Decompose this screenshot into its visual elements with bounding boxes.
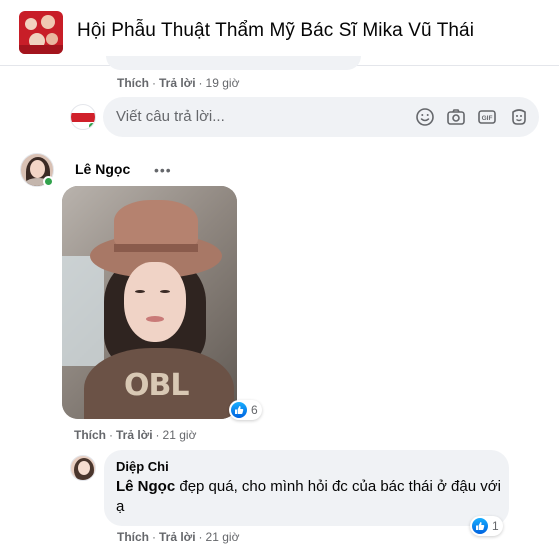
reaction-count[interactable]: 1 <box>470 516 503 536</box>
emoji-icon[interactable] <box>415 107 435 127</box>
previous-comment-actions: Thích · Trả lời · 19 giờ <box>117 76 240 90</box>
reply-text: Lê Ngọc đẹp quá, cho mình hỏi đc của bác… <box>116 477 501 517</box>
reaction-count[interactable]: 6 <box>229 400 262 420</box>
reply-actions: Thích · Trả lời · 21 giờ <box>117 530 240 544</box>
like-link[interactable]: Thích <box>74 428 106 442</box>
sticker-icon[interactable] <box>509 107 529 127</box>
comment-time[interactable]: 19 giờ <box>206 76 240 90</box>
comment-photo[interactable]: OBL <box>62 186 237 419</box>
online-indicator <box>88 122 95 129</box>
reply-bubble: Diệp Chi Lê Ngọc đẹp quá, cho mình hỏi đ… <box>104 450 509 526</box>
previous-comment-bubble <box>106 56 361 70</box>
camera-icon[interactable] <box>446 107 466 127</box>
reply-link[interactable]: Trả lời <box>159 76 196 90</box>
reply-input[interactable]: Viết câu trả lời... GIF <box>103 97 539 137</box>
comment-time[interactable]: 21 giờ <box>206 530 240 544</box>
reply-link[interactable]: Trả lời <box>116 428 153 442</box>
reaction-number: 1 <box>492 519 499 533</box>
group-avatar[interactable] <box>19 11 63 54</box>
comment-time[interactable]: 21 giờ <box>163 428 197 442</box>
svg-text:GIF: GIF <box>482 115 493 122</box>
reaction-number: 6 <box>251 403 258 417</box>
reply-author-avatar[interactable] <box>70 455 96 481</box>
gif-icon[interactable]: GIF <box>477 107 497 127</box>
comment-actions: Thích · Trả lời · 21 giờ <box>74 428 197 442</box>
like-icon <box>231 402 247 418</box>
like-link[interactable]: Thích <box>117 530 149 544</box>
reply-author-name[interactable]: Diệp Chi <box>116 459 169 474</box>
commenter-name[interactable]: Lê Ngọc <box>75 161 130 177</box>
reply-placeholder: Viết câu trả lời... <box>116 108 225 125</box>
current-user-avatar[interactable] <box>70 104 96 130</box>
group-title[interactable]: Hội Phẫu Thuật Thẩm Mỹ Bác Sĩ Mika Vũ Th… <box>77 20 474 42</box>
like-link[interactable]: Thích <box>117 76 149 90</box>
reply-link[interactable]: Trả lời <box>159 530 196 544</box>
online-indicator <box>43 176 54 187</box>
mention-link[interactable]: Lê Ngọc <box>116 478 175 495</box>
like-icon <box>472 518 488 534</box>
more-options-icon[interactable]: ••• <box>154 162 172 178</box>
